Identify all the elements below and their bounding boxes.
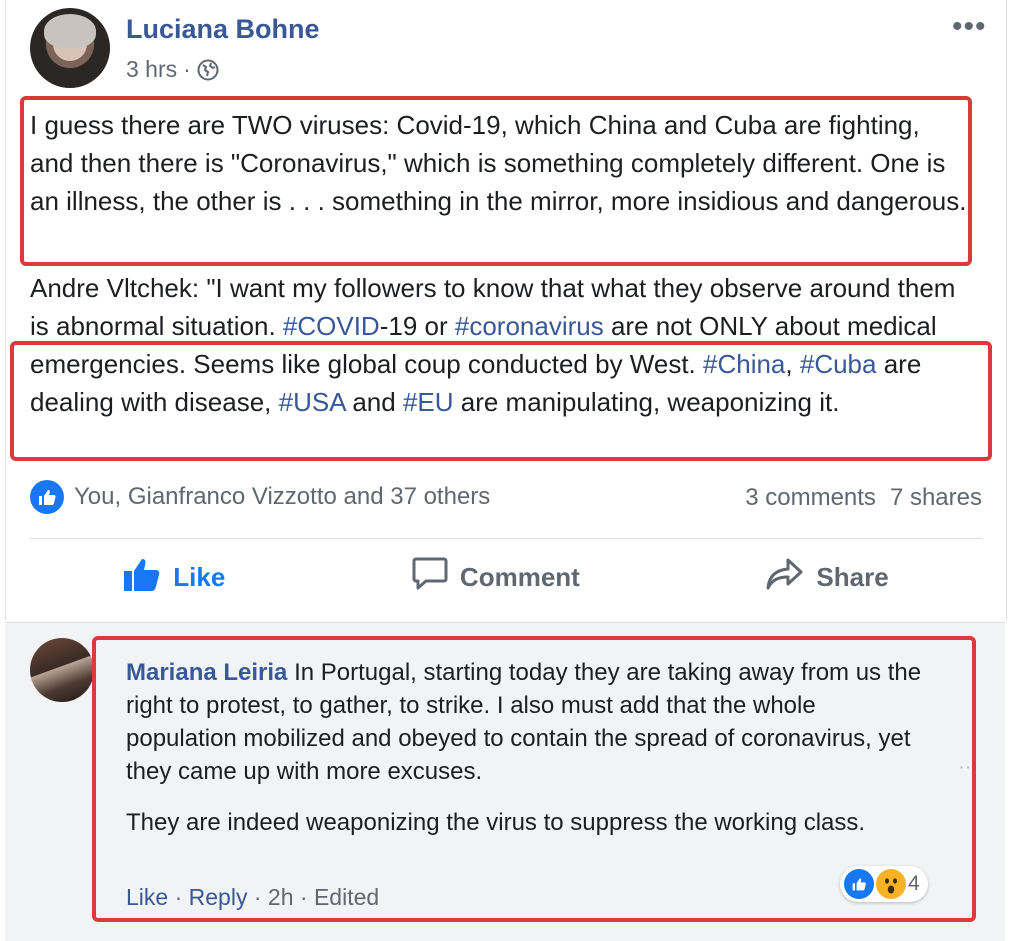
- comments-count[interactable]: 3 comments: [745, 484, 876, 512]
- post-time[interactable]: 3 hrs: [126, 56, 177, 83]
- share-label: Share: [816, 562, 889, 592]
- share-icon: [766, 557, 804, 598]
- like-button[interactable]: Like: [123, 556, 225, 599]
- comment-button[interactable]: Comment: [412, 557, 580, 598]
- meta-separator: ·: [183, 56, 191, 82]
- thumbs-up-icon: [123, 556, 161, 599]
- like-label: Like: [173, 562, 226, 592]
- like-reaction-icon: [30, 480, 64, 514]
- post-meta: 3 hrs ·: [126, 56, 219, 83]
- shares-count[interactable]: 7 shares: [890, 484, 982, 512]
- reactions-summary[interactable]: You, Gianfranco Vizzotto and 37 others: [30, 480, 490, 514]
- divider: [30, 538, 982, 539]
- comment-label: Comment: [459, 562, 580, 592]
- post-actions: Like Comment Share: [30, 556, 982, 599]
- more-options-icon[interactable]: •••: [952, 10, 987, 44]
- post-author-name[interactable]: Luciana Bohne: [126, 14, 320, 45]
- commenter-avatar[interactable]: [30, 638, 94, 702]
- highlight-box-quote: [10, 341, 992, 461]
- reactions-text[interactable]: You, Gianfranco Vizzotto and 37 others: [74, 483, 490, 511]
- author-avatar[interactable]: [30, 8, 110, 88]
- highlight-box-post: [20, 96, 972, 266]
- hashtag-coronavirus[interactable]: #coronavirus: [455, 311, 604, 341]
- comment-icon: [412, 557, 448, 598]
- highlight-box-comment: [92, 636, 976, 922]
- engagement-counts: 3 comments 7 shares: [745, 484, 982, 512]
- globe-icon[interactable]: [197, 59, 219, 81]
- share-button[interactable]: Share: [766, 557, 889, 598]
- hashtag-covid[interactable]: #COVID: [283, 311, 380, 341]
- quote-text: -19 or: [379, 311, 455, 341]
